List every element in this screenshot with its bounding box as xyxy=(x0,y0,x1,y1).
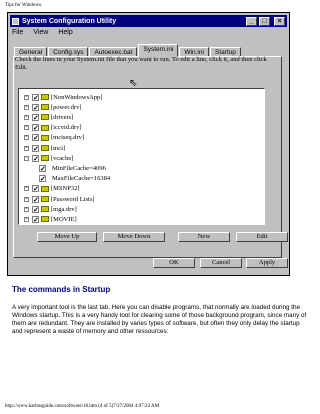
folder-icon xyxy=(41,196,49,202)
folder-icon xyxy=(41,145,49,151)
expand-icon[interactable]: + xyxy=(24,125,29,131)
tree-item-label: [MOVIE] xyxy=(51,215,77,223)
tree-child-item[interactable]: ✓ MinFileCache=4096 xyxy=(39,163,106,173)
expand-icon[interactable]: + xyxy=(24,186,29,192)
app-icon xyxy=(12,17,19,25)
tree-item-label: [mciseq.drv] xyxy=(51,134,85,142)
window-title: System Configuration Utility xyxy=(22,17,117,25)
expand-icon[interactable]: + xyxy=(24,135,29,141)
tree-section-item[interactable]: + ✓ [MSNP32] xyxy=(24,184,80,194)
folder-icon xyxy=(41,206,49,213)
edit-button[interactable]: Edit xyxy=(236,232,288,242)
folder-icon xyxy=(41,155,49,162)
folder-icon xyxy=(41,134,49,141)
system-ini-tree[interactable]: + ✓ [NonWindowsApp] + ✓ [power.drv] + ✓ [drivers… xyxy=(18,88,265,225)
tab-system-ini[interactable]: System.ini xyxy=(138,44,179,57)
menu-bar: File View Help xyxy=(12,29,73,36)
checkbox[interactable]: ✓ xyxy=(32,205,39,213)
apply-button[interactable]: Apply xyxy=(246,258,288,268)
page-footer: http://www.karbosguide.com/software/18.h… xyxy=(5,404,160,409)
folder-icon xyxy=(41,104,49,111)
tree-section-item[interactable]: + ✓ [iccvid.drv] xyxy=(24,123,82,133)
tree-section-item[interactable]: + ✓ [power.drv] xyxy=(24,102,82,112)
checkbox[interactable]: ✓ xyxy=(32,134,39,142)
article-paragraph: A very important tool is the last tab. H… xyxy=(12,304,307,335)
instructions-text: Check the lines in your System.ini file … xyxy=(15,56,267,71)
tree-section-item[interactable]: + ✓ [NonWindowsApp] xyxy=(24,92,102,102)
tree-section-item[interactable]: + ✓ [mciseq.drv] xyxy=(24,133,84,143)
mouse-pointer-icon: ⇖ xyxy=(129,78,138,89)
ok-button[interactable]: OK xyxy=(153,258,195,268)
tree-item-label: [drivers] xyxy=(51,113,74,121)
folder-icon xyxy=(41,185,49,192)
checkbox[interactable]: ✓ xyxy=(32,93,39,101)
checkbox[interactable]: ✓ xyxy=(32,185,39,193)
folder-icon xyxy=(41,114,49,121)
page-header: Tips for Windows. xyxy=(5,3,43,8)
expand-icon[interactable]: + xyxy=(24,104,29,110)
checkbox[interactable]: ✓ xyxy=(32,215,39,223)
checkbox[interactable]: ✓ xyxy=(32,113,39,121)
move-down-button[interactable]: Move Down xyxy=(103,232,165,242)
expand-icon[interactable]: + xyxy=(24,94,29,100)
folder-icon xyxy=(41,216,49,223)
menu-file[interactable]: File xyxy=(12,29,23,36)
new-button[interactable]: New xyxy=(178,232,230,242)
tree-section-item[interactable]: − ✓ [vcache] xyxy=(24,153,73,163)
expand-icon[interactable]: + xyxy=(24,216,29,222)
cancel-button[interactable]: Cancel xyxy=(200,258,242,268)
tree-section-item[interactable]: + ✓ [mga.drv] xyxy=(24,204,77,214)
tree-item-label: [MSNP32] xyxy=(51,185,80,193)
tree-section-item[interactable]: + ✓ [mci] xyxy=(24,143,65,153)
checkbox[interactable]: ✓ xyxy=(32,144,39,152)
folder-icon xyxy=(41,94,49,100)
expand-icon[interactable]: + xyxy=(24,114,29,120)
title-bar: System Configuration Utility _ □ × xyxy=(10,15,287,27)
checkbox[interactable]: ✓ xyxy=(32,124,39,132)
folder-icon xyxy=(41,124,49,131)
tree-item-label: [vcache] xyxy=(51,154,74,162)
maximize-button[interactable]: □ xyxy=(259,16,270,26)
menu-help[interactable]: Help xyxy=(58,29,72,36)
tree-item-label: [iccvid.drv] xyxy=(51,124,82,132)
tree-child-item[interactable]: ✓ MaxFileCache=16384 xyxy=(39,174,110,184)
tree-item-label: MaxFileCache=16384 xyxy=(52,175,111,183)
tree-item-label: [power.drv] xyxy=(51,103,82,111)
tree-item-label: [mci] xyxy=(51,144,66,152)
tree-section-item[interactable]: + ✓ [drivers] xyxy=(24,112,73,122)
expand-icon[interactable]: + xyxy=(24,145,29,151)
expand-icon[interactable]: + xyxy=(24,196,29,202)
checkbox[interactable]: ✓ xyxy=(39,164,46,172)
menu-view[interactable]: View xyxy=(33,29,48,36)
tree-section-item[interactable]: + ✓ [MOVIE] xyxy=(24,214,77,224)
collapse-icon[interactable]: − xyxy=(24,155,29,161)
tree-section-item[interactable]: + ✓ [Password Lists] xyxy=(24,194,95,204)
close-button[interactable]: × xyxy=(274,16,285,26)
minimize-button[interactable]: _ xyxy=(246,16,257,26)
move-up-button[interactable]: Move Up xyxy=(37,232,97,242)
checkbox[interactable]: ✓ xyxy=(32,103,39,111)
tree-item-label: [mga.drv] xyxy=(51,205,77,213)
tree-item-label: [Password Lists] xyxy=(51,195,95,203)
checkbox[interactable]: ✓ xyxy=(32,154,39,162)
section-heading: The commands in Startup xyxy=(12,285,111,294)
checkbox[interactable]: ✓ xyxy=(32,195,39,203)
tree-item-label: MinFileCache=4096 xyxy=(52,164,106,172)
expand-icon[interactable]: + xyxy=(24,206,29,212)
checkbox[interactable]: ✓ xyxy=(39,175,46,183)
tree-item-label: [NonWindowsApp] xyxy=(51,93,103,101)
